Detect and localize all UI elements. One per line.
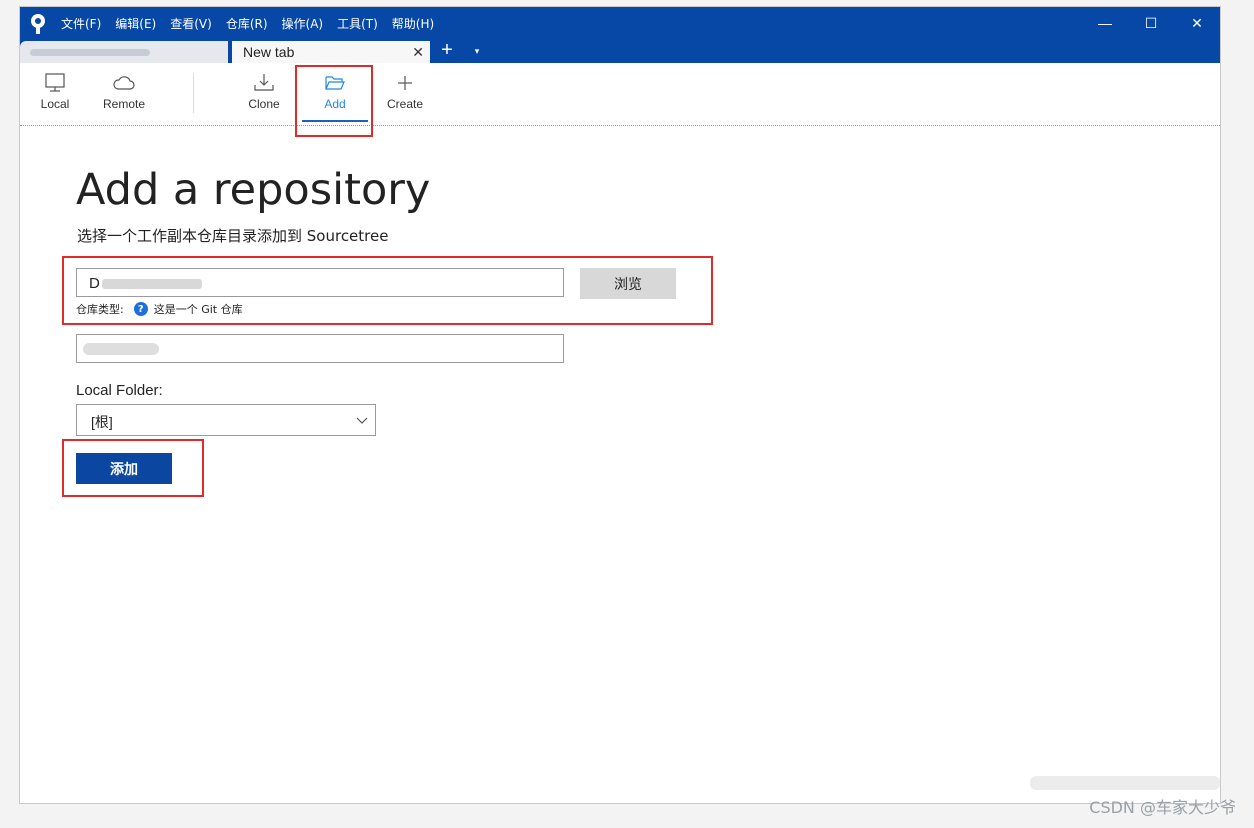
menu-actions[interactable]: 操作(A) [282,15,324,32]
page-subtitle: 选择一个工作副本仓库目录添加到 Sourcetree [77,227,389,245]
local-folder-select[interactable]: [根] [76,404,376,436]
page-title: Add a repository [76,165,431,215]
title-bar: 文件(F) 编辑(E) 查看(V) 仓库(R) 操作(A) 工具(T) 帮助(H… [20,7,1220,39]
tab-dropdown-icon[interactable]: ▾ [470,39,484,63]
menu-edit[interactable]: 编辑(E) [115,15,156,32]
menu-repository[interactable]: 仓库(R) [226,15,268,32]
local-folder-label: Local Folder: [76,382,163,399]
menu-help[interactable]: 帮助(H) [392,15,434,32]
tab-new-label: New tab [243,44,295,60]
toolbar-remote-label: Remote [102,97,146,111]
toolbar-local-label: Local [40,97,70,111]
monitor-icon [45,73,65,92]
toolbar-clone-button[interactable]: Clone [238,63,290,125]
annotation-box-add-button [62,439,204,497]
minimize-button[interactable]: — [1082,7,1128,39]
close-window-button[interactable]: ✕ [1174,7,1220,39]
toolbar-remote-button[interactable]: Remote [94,63,154,125]
toolbar: Local Remote Clone Add Create [20,63,1220,126]
app-window: 文件(F) 编辑(E) 查看(V) 仓库(R) 操作(A) 工具(T) 帮助(H… [19,6,1221,804]
new-tab-button[interactable]: + [436,39,458,63]
toolbar-clone-label: Clone [248,97,280,111]
chevron-down-icon [356,417,368,424]
blurred-name-text [83,343,159,355]
tab-close-icon[interactable]: ✕ [412,44,424,61]
annotation-box-path [62,256,713,325]
menu-file[interactable]: 文件(F) [61,15,101,32]
tab-repository-blurred[interactable] [20,41,228,63]
toolbar-create-label: Create [386,97,424,111]
toolbar-create-button[interactable]: Create [380,63,430,125]
maximize-button[interactable]: ☐ [1128,7,1174,39]
blurred-tab-title [30,49,150,56]
local-folder-value: [根] [91,414,113,430]
tab-new[interactable]: New tab ✕ [232,41,430,63]
menu-view[interactable]: 查看(V) [170,15,212,32]
blurred-watermark [1030,776,1220,790]
sourcetree-logo-icon [31,14,45,34]
watermark: CSDN @车家大少爷 [1089,798,1236,817]
window-controls: — ☐ ✕ [1082,7,1220,39]
annotation-box-add-tab [295,65,373,137]
cloud-icon [113,76,135,90]
tab-strip: New tab ✕ + ▾ [20,39,1220,63]
download-icon [254,74,274,91]
toolbar-local-button[interactable]: Local [30,63,80,125]
plus-icon [398,76,412,90]
menu-tools[interactable]: 工具(T) [337,15,378,32]
toolbar-separator [193,73,194,113]
repository-name-input[interactable] [76,334,564,363]
menu-bar: 文件(F) 编辑(E) 查看(V) 仓库(R) 操作(A) 工具(T) 帮助(H… [61,7,448,39]
